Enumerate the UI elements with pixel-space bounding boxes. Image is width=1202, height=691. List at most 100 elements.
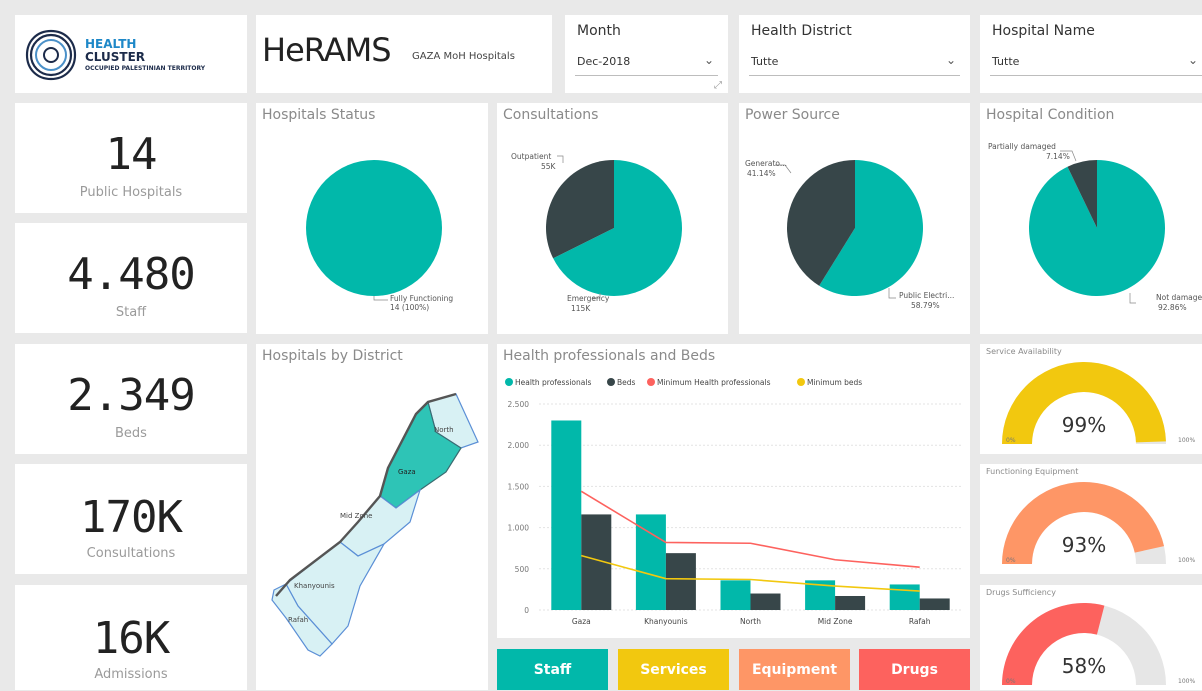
power-source-pie[interactable]: Public Electri... 58.79% Generato... 41.… xyxy=(739,103,970,334)
chevron-down-icon: ⌄ xyxy=(945,53,956,67)
gauge-max-label: 100% xyxy=(1178,557,1195,564)
gauge-max-label: 100% xyxy=(1178,437,1195,444)
pie-label-value: 115K xyxy=(571,304,591,313)
kpi-value: 16K xyxy=(92,613,170,664)
page-title: HeRAMS xyxy=(262,31,391,69)
district-slicer: Health District Tutte ⌄ xyxy=(739,15,970,93)
bar[interactable] xyxy=(835,595,866,610)
pie-label-value: 7.14% xyxy=(1046,152,1070,161)
kpi-label: Staff xyxy=(115,305,147,320)
consultations-panel: Consultations Emergency 115K Outpatient … xyxy=(497,103,728,334)
bar[interactable] xyxy=(635,514,666,610)
pie-label-value: 14 (100%) xyxy=(390,303,429,312)
bar[interactable] xyxy=(720,580,751,610)
hospital-condition-slices xyxy=(1029,160,1165,296)
legend-label[interactable]: Minimum Health professionals xyxy=(657,378,771,387)
logo-line2: CLUSTER xyxy=(85,50,146,64)
district-dropdown[interactable]: Tutte ⌄ xyxy=(749,49,960,76)
pie-slice-fully-functioning[interactable] xyxy=(306,160,442,296)
gauge-min-label: 0% xyxy=(1006,557,1016,564)
kpi-consultations[interactable]: 170K Consultations xyxy=(15,464,247,574)
district-map-panel: Hospitals by District North Gaza Mid Zon… xyxy=(256,344,488,690)
hospital-dropdown-value: Tutte xyxy=(992,55,1020,68)
pie-leader-line xyxy=(373,296,388,301)
pie-label: Partially damaged xyxy=(988,142,1056,151)
drugs-button[interactable]: Drugs xyxy=(859,649,970,690)
legend-label[interactable]: Health professionals xyxy=(515,378,591,387)
logo-panel: HEALTH CLUSTER OCCUPIED PALESTINIAN TERR… xyxy=(15,15,247,93)
y-tick-label: 1.000 xyxy=(508,524,530,533)
kpi-value: 2.349 xyxy=(67,370,195,421)
staff-button[interactable]: Staff xyxy=(497,649,608,690)
month-dropdown-value: Dec-2018 xyxy=(577,55,631,68)
gaza-district-map[interactable]: North Gaza Mid Zone Khanyounis Rafah xyxy=(256,344,488,690)
series-line[interactable] xyxy=(580,490,920,568)
kpi-public-hospitals[interactable]: 14 Public Hospitals xyxy=(15,103,247,213)
pie-label: Generato... xyxy=(745,159,787,168)
service-availability-gauge[interactable]: 99% 0% 100% xyxy=(980,344,1202,454)
power-source-panel: Power Source Public Electri... 58.79% Ge… xyxy=(739,103,970,334)
equipment-button[interactable]: Equipment xyxy=(739,649,850,690)
kpi-staff[interactable]: 4.480 Staff xyxy=(15,223,247,333)
bar[interactable] xyxy=(889,584,920,610)
bar[interactable] xyxy=(919,598,950,610)
kpi-label: Consultations xyxy=(86,546,176,561)
district-label: Gaza xyxy=(398,468,416,476)
x-tick-label: Gaza xyxy=(572,617,591,626)
logo-line3: OCCUPIED PALESTINIAN TERRITORY xyxy=(85,65,206,72)
power-source-slices xyxy=(787,160,923,296)
pie-label-value: 55K xyxy=(541,162,557,171)
hospital-slicer-label: Hospital Name xyxy=(992,23,1095,39)
pie-leader-line xyxy=(557,155,564,163)
y-tick-label: 500 xyxy=(515,565,530,574)
pie-leader-line xyxy=(1129,293,1136,304)
hospital-slicer: Hospital Name Tutte ⌄ xyxy=(980,15,1202,93)
bar[interactable] xyxy=(750,593,781,610)
kpi-label: Beds xyxy=(115,426,147,441)
y-tick-label: 2.000 xyxy=(508,441,530,450)
y-tick-label: 2.500 xyxy=(508,400,530,409)
y-tick-label: 0 xyxy=(524,606,529,615)
x-tick-label: Khanyounis xyxy=(644,617,688,626)
pie-label: Not damaged xyxy=(1156,293,1202,302)
kpi-admissions[interactable]: 16K Admissions xyxy=(15,585,247,690)
page-subtitle: GAZA MoH Hospitals xyxy=(412,51,515,62)
bar[interactable] xyxy=(665,553,696,610)
legend-marker xyxy=(607,378,615,386)
consultations-slices xyxy=(546,160,682,296)
drugs-sufficiency-panel: Drugs Sufficiency 58% 0% 100% xyxy=(980,585,1202,690)
pie-label: Fully Functioning xyxy=(390,294,453,303)
x-tick-label: North xyxy=(740,617,761,626)
gauge-value: 58% xyxy=(1062,654,1106,678)
gauge-value: 93% xyxy=(1062,533,1106,557)
hospital-condition-panel: Hospital Condition Not damaged 92.86% Pa… xyxy=(980,103,1202,334)
service-availability-panel: Service Availability 99% 0% 100% xyxy=(980,344,1202,454)
hospitals-status-pie[interactable]: Fully Functioning 14 (100%) xyxy=(256,103,488,334)
legend-label[interactable]: Minimum beds xyxy=(807,378,862,387)
hospital-condition-pie[interactable]: Not damaged 92.86% Partially damaged 7.1… xyxy=(980,103,1202,334)
district-label: North xyxy=(434,426,454,434)
district-dropdown-value: Tutte xyxy=(751,55,779,68)
hospitals-status-panel: Hospitals Status Fully Functioning 14 (1… xyxy=(256,103,488,334)
services-button[interactable]: Services xyxy=(618,649,729,690)
expand-icon[interactable]: ⤢ xyxy=(714,80,722,91)
functioning-equipment-gauge[interactable]: 93% 0% 100% xyxy=(980,464,1202,574)
month-dropdown[interactable]: Dec-2018 ⌄ xyxy=(575,49,718,76)
kpi-beds[interactable]: 2.349 Beds xyxy=(15,344,247,454)
health-professionals-beds-chart[interactable]: Health professionals Beds Minimum Health p… xyxy=(497,344,970,638)
x-tick-label: Rafah xyxy=(909,617,931,626)
bar[interactable] xyxy=(551,420,582,610)
pie-label-value: 41.14% xyxy=(747,169,776,178)
legend-label[interactable]: Beds xyxy=(617,378,636,387)
pie-label-value: 58.79% xyxy=(911,301,940,310)
y-tick-label: 1.500 xyxy=(508,482,530,491)
pie-label: Public Electri... xyxy=(899,291,954,300)
consultations-pie[interactable]: Emergency 115K Outpatient 55K xyxy=(497,103,728,334)
gauge-max-label: 100% xyxy=(1178,678,1195,685)
logo-line1: HEALTH xyxy=(85,37,137,51)
pie-label-value: 92.86% xyxy=(1158,303,1187,312)
hospital-dropdown[interactable]: Tutte ⌄ xyxy=(990,49,1202,76)
drugs-sufficiency-gauge[interactable]: 58% 0% 100% xyxy=(980,585,1202,690)
chevron-down-icon: ⌄ xyxy=(703,53,714,67)
kpi-value: 4.480 xyxy=(67,249,195,300)
